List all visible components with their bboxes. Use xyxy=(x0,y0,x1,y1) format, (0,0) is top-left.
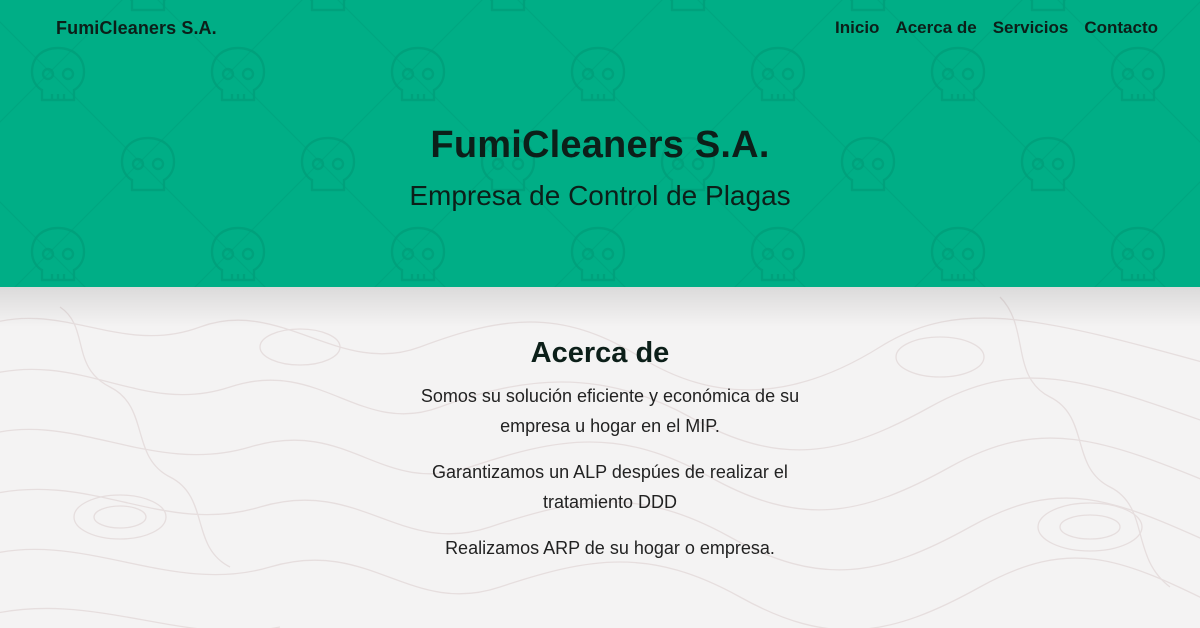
hero-subtitle: Empresa de Control de Plagas xyxy=(409,180,791,211)
brand-link[interactable]: FumiCleaners S.A. xyxy=(56,18,217,39)
nav-link-inicio[interactable]: Inicio xyxy=(835,18,879,38)
hero-title: FumiCleaners S.A. xyxy=(430,124,770,166)
about-paragraph: Garantizamos un ALP despúes de realizar … xyxy=(432,462,788,512)
about-paragraph: Realizamos ARP de su hogar o empresa. xyxy=(445,538,775,558)
section-top-shadow xyxy=(0,287,1200,327)
about-title: Acerca de xyxy=(530,337,670,369)
about-paragraph: Somos su solución eficiente y económica … xyxy=(420,386,800,436)
nav-link-acerca-de[interactable]: Acerca de xyxy=(895,18,976,38)
navbar: FumiCleaners S.A. Inicio Acerca de Servi… xyxy=(0,0,1200,56)
hero-section: FumiCleaners S.A. Inicio Acerca de Servi… xyxy=(0,0,1200,287)
nav-link-contacto[interactable]: Contacto xyxy=(1084,18,1158,38)
nav-link-servicios[interactable]: Servicios xyxy=(993,18,1069,38)
about-section: Acerca de Somos su solución eficiente y … xyxy=(0,287,1200,628)
nav-links: Inicio Acerca de Servicios Contacto xyxy=(835,18,1158,38)
